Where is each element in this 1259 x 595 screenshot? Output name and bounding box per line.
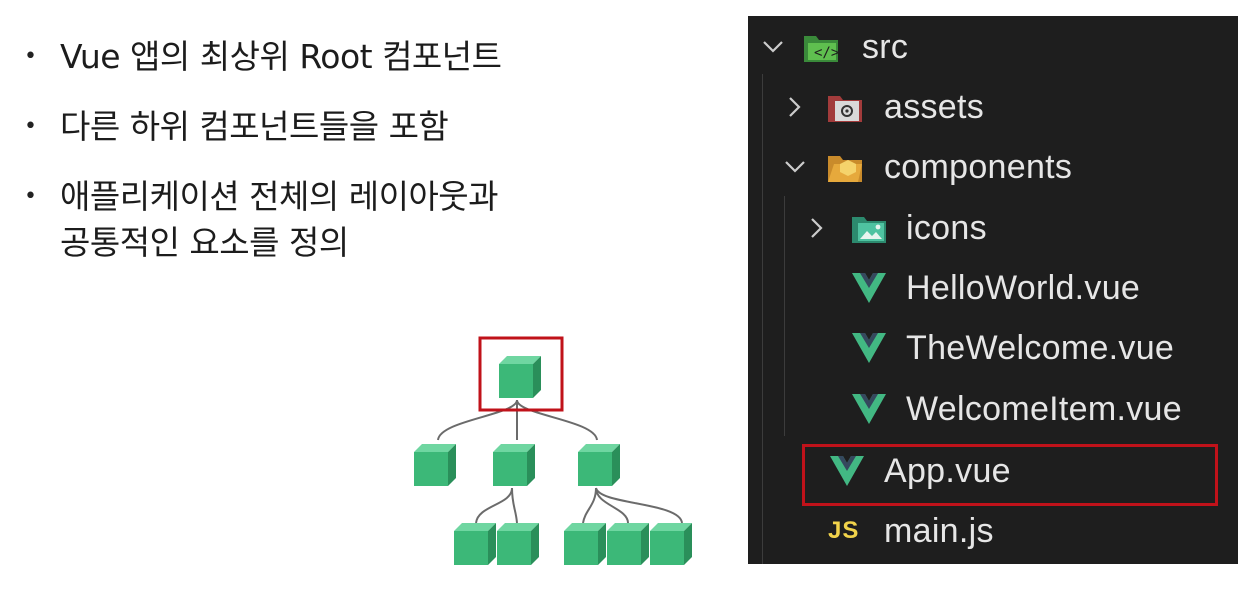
child-component-cube [414,444,456,486]
grandchild-component-cube [650,523,692,565]
grandchild-component-cube [454,523,496,565]
tree-item-assets[interactable]: assets [748,80,1238,134]
bullet-dot: • [24,114,37,139]
tree-connector [437,399,518,441]
tree-item-thewelcome-vue[interactable]: TheWelcome.vue [748,321,1238,375]
child-component-cube [493,444,535,486]
src-folder-icon: </> [802,30,840,64]
bullet-text: Vue 앱의 최상위 Root 컴포넌트 [60,37,502,76]
tree-item-main-js[interactable]: JS main.js [748,504,1238,558]
vue-file-icon [850,392,888,426]
chevron-right-icon[interactable] [782,94,808,120]
js-file-icon: JS [828,517,860,544]
tree-item-icons[interactable]: icons [748,201,1238,255]
assets-folder-icon [826,90,864,124]
tree-item-label: icons [906,208,987,247]
vue-file-icon [850,331,888,365]
bullet-dot: • [24,184,37,209]
bullet-text: 공통적인 요소를 정의 [60,223,349,262]
root-component-cube [499,356,541,398]
tree-item-label: main.js [884,511,994,550]
child-component-cube [578,444,620,486]
bullet-item: • 다른 하위 컴포넌트들을 포함 [22,104,662,150]
bullet-item: • 애플리케이션 전체의 레이아웃과 공통적인 요소를 정의 [22,174,662,266]
bullet-text: 애플리케이션 전체의 레이아웃과 [60,177,499,216]
chevron-down-icon[interactable] [760,34,786,60]
bullet-text: 다른 하위 컴포넌트들을 포함 [60,107,449,146]
grandchild-component-cube [564,523,606,565]
tree-connector [582,487,597,524]
component-tree-diagram [414,336,692,565]
tree-item-helloworld-vue[interactable]: HelloWorld.vue [748,261,1238,315]
tree-item-label: WelcomeItem.vue [906,389,1182,428]
svg-text:</>: </> [814,45,839,61]
tree-item-label: components [884,147,1073,186]
tree-item-label: HelloWorld.vue [906,268,1141,307]
tree-connector [516,399,598,441]
icons-folder-icon [850,211,888,245]
tree-item-label: assets [884,87,985,126]
components-folder-icon [826,150,864,184]
app-vue-highlight-box [802,444,1218,506]
grandchild-component-cube [607,523,649,565]
chevron-down-icon[interactable] [782,154,808,180]
grandchild-component-cube [497,523,539,565]
tree-connector [511,487,518,524]
tree-item-components[interactable]: components [748,140,1238,194]
tree-connector [475,487,513,524]
bullet-item: • Vue 앱의 최상위 Root 컴포넌트 [22,34,662,80]
tree-item-label: TheWelcome.vue [906,328,1175,367]
vue-file-icon [850,271,888,305]
chevron-right-icon[interactable] [804,215,830,241]
tree-item-welcomeitem-vue[interactable]: WelcomeItem.vue [748,382,1238,436]
file-explorer-panel: </> src assets components icons HelloWor… [748,16,1238,564]
tree-item-src[interactable]: </> src [748,20,1238,74]
tree-item-label: src [862,27,909,66]
bullet-list: • Vue 앱의 최상위 Root 컴포넌트 • 다른 하위 컴포넌트들을 포함… [22,34,662,290]
bullet-dot: • [24,44,37,69]
